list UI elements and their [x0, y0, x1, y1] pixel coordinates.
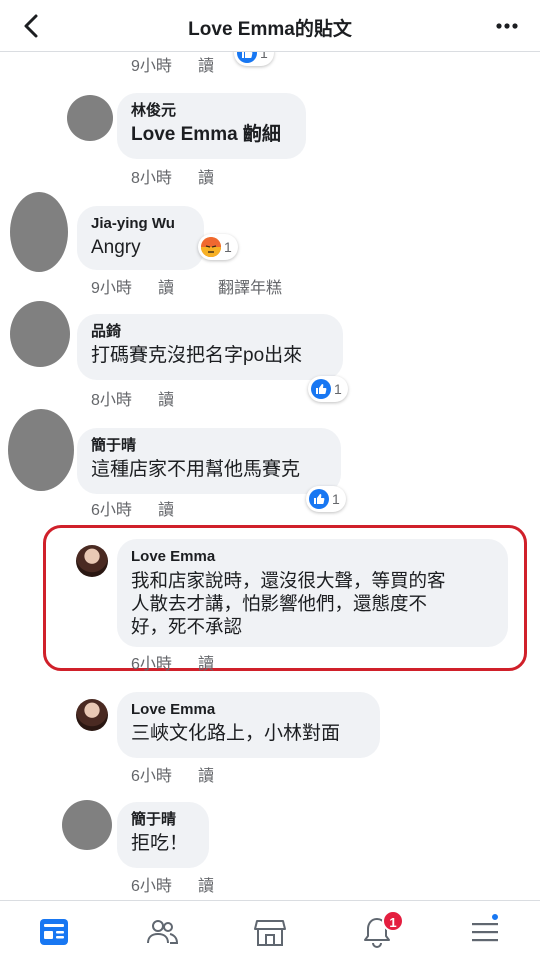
comment-text: 拒吃！ [131, 833, 189, 854]
read-button[interactable]: 讀 [198, 872, 214, 896]
comment-text-line: 人散去才講，怕影響他們，還態度不 [131, 593, 428, 614]
read-button[interactable]: 讀 [158, 386, 174, 410]
comment-text-line: 我和店家說時，還沒很大聲，等買的客 [131, 570, 446, 591]
reaction-count: 1 [334, 381, 342, 397]
like-icon [237, 52, 257, 63]
avatar[interactable] [10, 192, 68, 272]
comment-meta: 9小時 讀 翻譯年糕 [91, 274, 351, 298]
comment-bubble[interactable]: 林俊元 Love Emma 齣細 [117, 93, 306, 159]
comment-bubble[interactable]: Love Emma 我和店家說時，還沒很大聲，等買的客 人散去才講，怕影響他們，… [117, 539, 508, 647]
reaction-badge[interactable]: 1 [306, 486, 346, 512]
commenter-name[interactable]: Jia-ying Wu [91, 214, 190, 234]
comment-bubble[interactable]: 品錡 打碼賽克沒把名字po出來 [77, 314, 343, 380]
bottom-tab-bar [0, 900, 540, 960]
marketplace-icon[interactable] [253, 915, 287, 949]
avatar[interactable] [62, 800, 112, 850]
comment-meta: 6小時 讀 [91, 496, 291, 520]
comment-time: 6小時 [131, 656, 172, 673]
reaction-count: 1 [260, 52, 268, 61]
friends-icon[interactable] [145, 915, 179, 949]
reaction-count: 1 [332, 491, 340, 507]
comment-time: 9小時 [131, 58, 172, 75]
read-button[interactable]: 讀 [198, 650, 214, 674]
read-button[interactable]: 讀 [198, 762, 214, 786]
menu-update-dot [490, 912, 500, 922]
comments-feed: 9小時 讀 1 林俊元 Love Emma 齣細 8小時 讀 Jia-ying … [0, 52, 540, 900]
read-button[interactable]: 讀 [198, 52, 214, 76]
read-button[interactable]: 讀 [158, 496, 174, 520]
commenter-name[interactable]: 簡于晴 [91, 436, 327, 456]
comment-time: 6小時 [131, 768, 172, 785]
comment-time: 8小時 [91, 392, 132, 409]
comment-text: Love Emma 齣細 [131, 124, 281, 145]
comment-time: 6小時 [91, 502, 132, 519]
comment-text-line: 好，死不承認 [131, 616, 243, 637]
comment-meta: 6小時 讀 [131, 650, 331, 674]
commenter-name[interactable]: 林俊元 [131, 101, 292, 121]
comment-text: Angry [91, 237, 141, 258]
comment-meta: 8小時 讀 [131, 164, 331, 188]
avatar[interactable] [76, 699, 108, 731]
comment-bubble[interactable]: Love Emma 三峽文化路上，小林對面 [117, 692, 380, 758]
avatar[interactable] [10, 301, 70, 367]
comment-text: 三峽文化路上，小林對面 [131, 723, 341, 744]
translate-button[interactable]: 翻譯年糕 [218, 274, 282, 298]
angry-emoji-icon [201, 237, 221, 257]
avatar[interactable] [8, 409, 74, 491]
commenter-name[interactable]: 品錡 [91, 322, 329, 342]
reaction-count: 1 [224, 239, 232, 255]
comment-bubble[interactable]: 簡于晴 這種店家不用幫他馬賽克 [77, 428, 341, 494]
commenter-name[interactable]: 簡于晴 [131, 810, 195, 830]
read-button[interactable]: 讀 [198, 164, 214, 188]
reaction-badge[interactable]: 1 [234, 52, 274, 66]
comment-bubble[interactable]: 簡于晴 拒吃！ [117, 802, 209, 868]
comment-meta: 9小時 讀 [131, 52, 331, 76]
comment-meta: 6小時 讀 [131, 762, 331, 786]
reaction-badge[interactable]: 1 [198, 234, 238, 260]
comment-time: 6小時 [131, 878, 172, 895]
comment-text: 這種店家不用幫他馬賽克 [91, 459, 301, 480]
comment-bubble[interactable]: Jia-ying Wu Angry [77, 206, 204, 270]
commenter-name[interactable]: Love Emma [131, 700, 366, 720]
avatar[interactable] [76, 545, 108, 577]
top-bar: Love Emma的貼文 [0, 0, 540, 52]
comment-meta: 8小時 讀 [91, 386, 291, 410]
avatar[interactable] [67, 95, 113, 141]
news-feed-icon[interactable] [37, 915, 71, 949]
like-icon [311, 379, 331, 399]
more-options-icon[interactable] [492, 12, 522, 40]
reaction-badge[interactable]: 1 [308, 376, 348, 402]
notification-badge: 1 [382, 910, 404, 932]
comment-meta: 6小時 讀 [131, 872, 331, 896]
read-button[interactable]: 讀 [158, 274, 174, 298]
commenter-name[interactable]: Love Emma [131, 547, 494, 567]
page-title: Love Emma的貼文 [188, 19, 352, 40]
like-icon [309, 489, 329, 509]
comment-text: 打碼賽克沒把名字po出來 [91, 345, 303, 366]
comment-time: 8小時 [131, 170, 172, 187]
comment-time: 9小時 [91, 280, 132, 297]
